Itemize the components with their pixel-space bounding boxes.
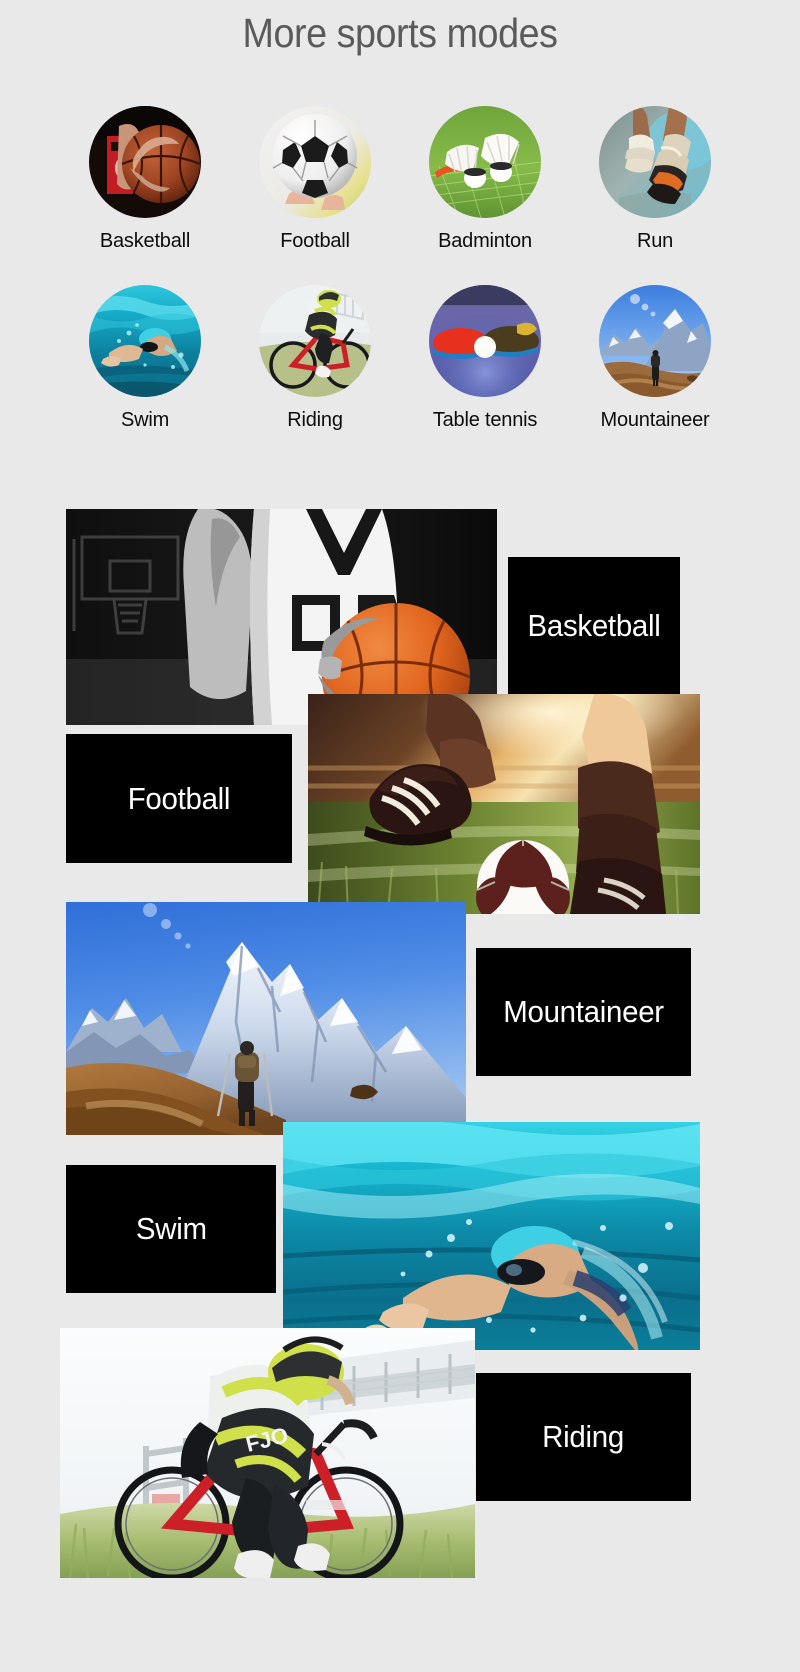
banner-label: Swim (135, 1211, 207, 1246)
banner-plate-basketball: Basketball (508, 557, 680, 694)
table-tennis-circle-icon (429, 285, 541, 397)
banner-label: Football (127, 780, 231, 816)
badminton-circle-icon (429, 106, 541, 218)
banner-label: Riding (542, 1419, 625, 1454)
banner-label: Mountaineer (503, 994, 664, 1029)
basketball-photo (66, 509, 497, 725)
football-photo (308, 694, 700, 914)
mode-label: Badminton (438, 230, 532, 252)
mode-item-basketball[interactable]: Basketball (60, 106, 230, 253)
banner-plate-football: Football (66, 734, 292, 863)
riding-circle-icon (259, 285, 371, 397)
mode-item-football[interactable]: Football (230, 106, 400, 253)
banner-plate-swim: Swim (66, 1165, 276, 1293)
mode-item-riding[interactable]: Riding (230, 285, 400, 432)
sports-modes-page: More sports modes Basketball Football Ba… (0, 0, 800, 1672)
mode-label: Football (280, 230, 350, 252)
mode-item-mountaineer[interactable]: Mountaineer (570, 285, 740, 432)
banner-label: Basketball (527, 607, 661, 643)
mode-item-badminton[interactable]: Badminton (400, 106, 570, 253)
mountaineer-photo (66, 902, 466, 1135)
swim-photo (283, 1122, 700, 1350)
page-title: More sports modes (242, 10, 558, 56)
swim-circle-icon (89, 285, 201, 397)
mode-item-run[interactable]: Run (570, 106, 740, 253)
mode-item-table-tennis[interactable]: Table tennis (400, 285, 570, 432)
mode-label: Swim (120, 409, 170, 431)
mode-label: Run (636, 230, 674, 252)
banner-plate-riding: Riding (476, 1373, 691, 1501)
mode-label: Basketball (99, 230, 191, 252)
football-circle-icon (259, 106, 371, 218)
mode-item-swim[interactable]: Swim (60, 285, 230, 432)
run-circle-icon (599, 106, 711, 218)
basketball-circle-icon (89, 106, 201, 218)
riding-photo: FJO (60, 1328, 475, 1578)
sports-modes-grid: Basketball Football Badminton Run Swim R… (60, 106, 740, 432)
mode-label: Mountaineer (600, 409, 710, 431)
mountaineer-circle-icon (599, 285, 711, 397)
banner-plate-mountaineer: Mountaineer (476, 948, 691, 1076)
mode-label: Riding (287, 409, 343, 431)
mode-label: Table tennis (432, 409, 538, 431)
